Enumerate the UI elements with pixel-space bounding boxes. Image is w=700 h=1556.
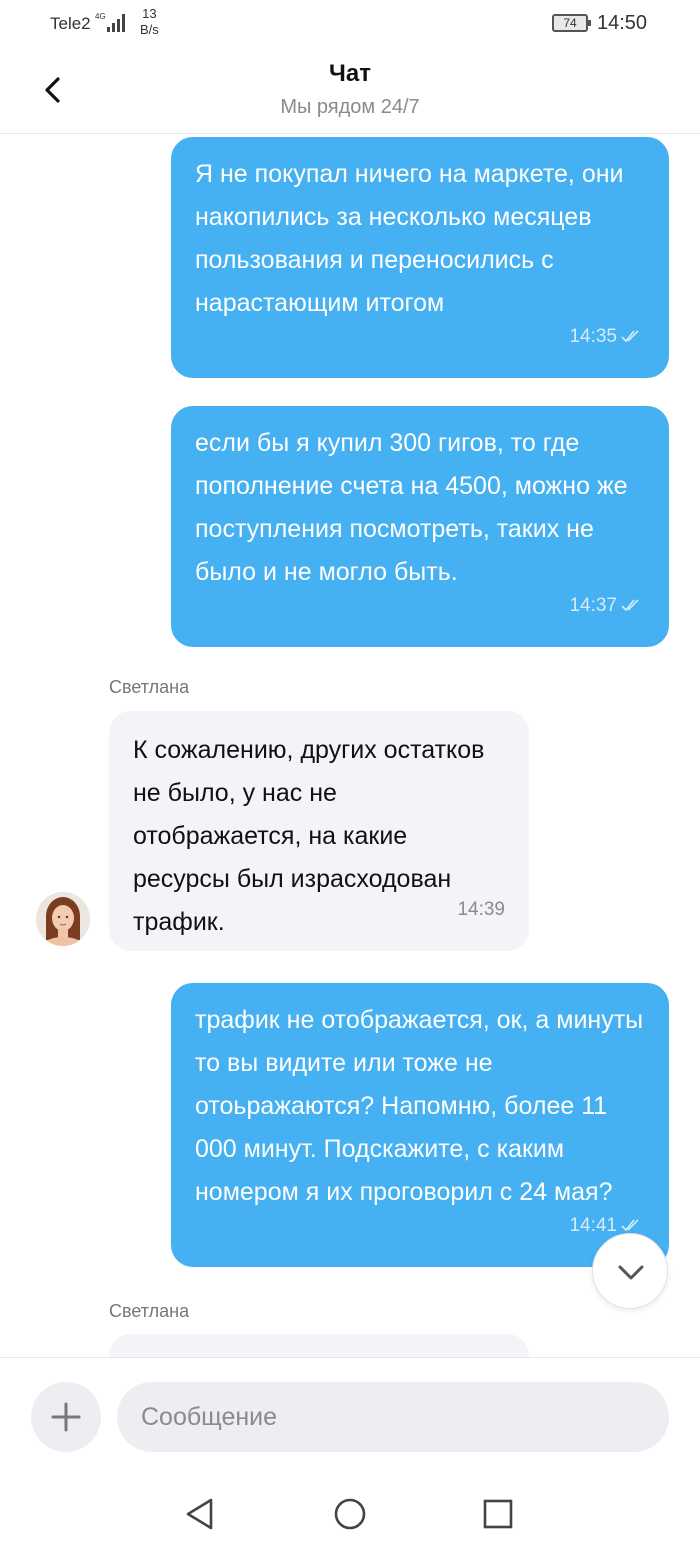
scroll-down-button[interactable] [592, 1233, 668, 1309]
circle-home-icon[interactable] [333, 1497, 367, 1531]
triangle-back-icon[interactable] [183, 1497, 217, 1531]
system-nav-bar [0, 1467, 700, 1556]
message-text: если бы я купил 300 гигов, то где пополн… [195, 429, 628, 586]
message-meta: 14:37 [569, 584, 641, 627]
data-rate-unit: B/s [140, 22, 159, 37]
outgoing-message[interactable]: если бы я купил 300 гигов, то где пополн… [171, 406, 669, 647]
operator-avatar-image [36, 892, 90, 946]
double-check-icon [621, 330, 639, 343]
sender-name: Светлана [109, 677, 190, 697]
message-text: Я не покупал ничего на маркете, они нако… [195, 160, 624, 317]
incoming-message[interactable] [109, 1334, 529, 1357]
avatar[interactable] [36, 892, 90, 946]
outgoing-message[interactable]: Я не покупал ничего на маркете, они нако… [171, 137, 669, 378]
network-type: 4G [95, 12, 106, 21]
signal-icon: 4G [95, 12, 125, 32]
attach-button[interactable] [31, 1382, 101, 1452]
status-bar: Tele2 4G 13 B/s 74 14:50 [0, 0, 700, 48]
message-text: К сожалению, других остатков не было, у … [133, 736, 485, 936]
data-rate: 13 B/s [140, 6, 159, 38]
chevron-down-icon [618, 1265, 644, 1280]
square-recents-icon[interactable] [481, 1497, 515, 1531]
sender-name: Светлана [109, 1301, 190, 1321]
chat-header: Чат Мы рядом 24/7 [0, 48, 700, 134]
double-check-icon [621, 1219, 639, 1232]
chat-messages[interactable]: Я не покупал ничего на маркете, они нако… [0, 135, 700, 1357]
data-rate-value: 13 [142, 6, 157, 21]
message-time: 14:37 [569, 595, 617, 616]
plus-icon [51, 1402, 81, 1432]
message-time: 14:41 [569, 1215, 617, 1236]
page-subtitle: Мы рядом 24/7 [280, 96, 420, 118]
battery-icon: 74 [552, 14, 591, 32]
incoming-message[interactable]: К сожалению, других остатков не было, у … [109, 711, 529, 951]
outgoing-message[interactable]: трафик не отображается, ок, а минуты то … [171, 983, 669, 1267]
message-composer [0, 1357, 700, 1467]
status-time: 14:50 [597, 12, 648, 34]
page-title: Чат [329, 60, 371, 87]
message-meta: 14:35 [569, 315, 641, 358]
message-time: 14:35 [569, 326, 617, 347]
double-check-icon [621, 599, 639, 612]
message-time: 14:39 [457, 899, 505, 920]
carrier-name: Tele2 [50, 14, 91, 33]
battery-level: 74 [563, 16, 577, 30]
message-input[interactable] [117, 1382, 669, 1452]
message-text: трафик не отображается, ок, а минуты то … [195, 1006, 644, 1206]
